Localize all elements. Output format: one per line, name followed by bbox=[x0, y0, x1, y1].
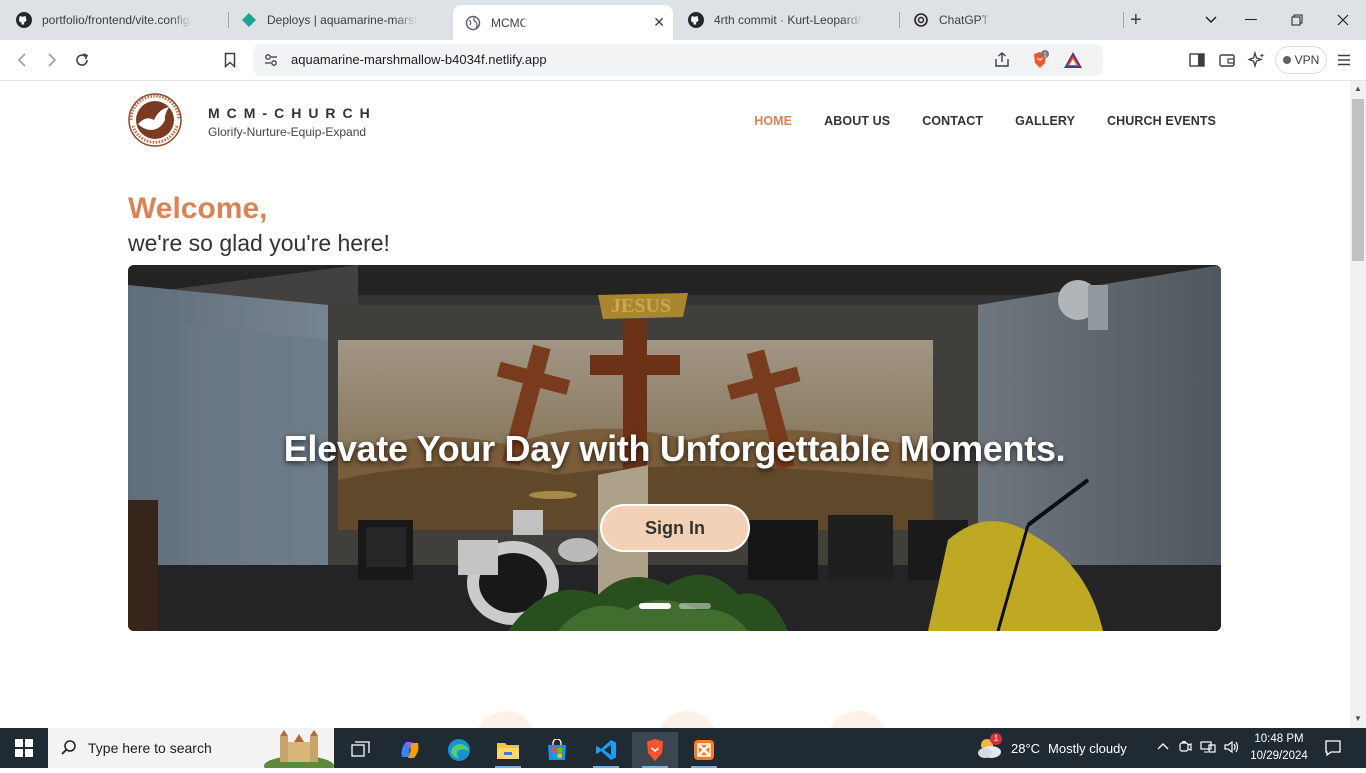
nav-gallery[interactable]: GALLERY bbox=[1015, 114, 1075, 128]
github-icon bbox=[688, 12, 704, 28]
url-text[interactable]: aquamarine-marshmallow-b4034f.netlify.ap… bbox=[291, 52, 547, 67]
sidebar-toggle-icon[interactable] bbox=[1188, 51, 1206, 74]
weather-alert-badge: 1 bbox=[990, 732, 1002, 745]
brand-name[interactable]: MCM-CHURCH bbox=[208, 105, 377, 121]
taskbar-clock[interactable]: 10:48 PM 10/29/2024 bbox=[1248, 731, 1310, 765]
back-icon[interactable] bbox=[12, 50, 32, 70]
search-placeholder: Type here to search bbox=[88, 740, 212, 756]
nav-contact[interactable]: CONTACT bbox=[922, 114, 983, 128]
weather-description: Mostly cloudy bbox=[1048, 740, 1127, 756]
openai-icon bbox=[913, 12, 929, 28]
weather-widget[interactable]: 1 28°C Mostly cloudy bbox=[975, 728, 1127, 768]
file-explorer-icon[interactable] bbox=[485, 732, 531, 768]
tab-github-commit[interactable]: 4rth commit · Kurt-Leopard/mcm bbox=[676, 0, 898, 40]
feature-circle bbox=[657, 711, 717, 728]
nav-home[interactable]: HOME bbox=[754, 114, 792, 128]
scroll-down-icon[interactable]: ▼ bbox=[1354, 714, 1362, 723]
copilot-icon[interactable] bbox=[387, 732, 433, 768]
tab-chatgpt[interactable]: ChatGPT bbox=[901, 0, 1123, 40]
feature-circle bbox=[828, 711, 888, 728]
tab-label: MCMC bbox=[491, 15, 529, 30]
windows-start-icon[interactable] bbox=[0, 728, 48, 768]
webpage: MCM-CHURCH Glorify-Nurture-Equip-Expand … bbox=[0, 81, 1350, 728]
leo-ai-icon[interactable] bbox=[1246, 50, 1266, 74]
netlify-icon bbox=[241, 12, 257, 28]
hero-title: Elevate Your Day with Unforgettable Mome… bbox=[283, 428, 1066, 469]
nav-church-events[interactable]: CHURCH EVENTS bbox=[1107, 114, 1216, 128]
menu-icon[interactable] bbox=[1336, 52, 1352, 73]
scroll-up-icon[interactable]: ▲ bbox=[1354, 84, 1362, 93]
vpn-status-icon bbox=[1282, 56, 1291, 64]
sign-in-button[interactable]: Sign In bbox=[600, 504, 750, 552]
notification-center-icon[interactable] bbox=[1324, 739, 1342, 762]
brave-rewards-icon[interactable] bbox=[1063, 51, 1083, 74]
tab-netlify-deploys[interactable]: Deploys | aquamarine-marshmallow bbox=[229, 0, 451, 40]
tab-mcmc[interactable]: MCMC ✕ bbox=[453, 5, 673, 40]
carousel-dot-2[interactable] bbox=[679, 603, 711, 609]
tab-label: Deploys | aquamarine-marshmallow bbox=[267, 13, 417, 27]
minimize-icon[interactable] bbox=[1228, 0, 1274, 40]
browser-tab-strip: portfolio/frontend/vite.config.js at Dep… bbox=[0, 0, 1366, 40]
tab-label: 4rth commit · Kurt-Leopard/mcm bbox=[714, 13, 864, 27]
brand-tagline: Glorify-Nurture-Equip-Expand bbox=[208, 125, 367, 139]
reload-icon[interactable] bbox=[72, 50, 92, 70]
taskbar-search-box[interactable]: Type here to search bbox=[48, 728, 334, 773]
carousel-indicators bbox=[639, 603, 711, 609]
church-logo[interactable] bbox=[128, 93, 182, 147]
close-tab-icon[interactable]: ✕ bbox=[653, 14, 665, 31]
feature-circle bbox=[476, 711, 536, 728]
weather-temperature: 28°C bbox=[1011, 740, 1041, 756]
edge-icon[interactable] bbox=[436, 732, 482, 768]
tab-separator bbox=[1123, 12, 1124, 28]
vpn-button[interactable]: VPN bbox=[1275, 46, 1327, 74]
close-window-icon[interactable] bbox=[1320, 0, 1366, 40]
vscode-icon[interactable] bbox=[583, 732, 629, 768]
network-icon[interactable] bbox=[1200, 740, 1216, 757]
globe-icon bbox=[465, 15, 481, 31]
restore-icon[interactable] bbox=[1274, 0, 1320, 40]
share-icon[interactable] bbox=[993, 51, 1011, 74]
search-highlight-castle-icon[interactable] bbox=[264, 730, 334, 773]
brave-browser-icon[interactable] bbox=[632, 732, 678, 768]
hero-carousel: JESUS Elevate Your Day with Unforgettabl… bbox=[128, 265, 1221, 631]
vpn-label: VPN bbox=[1294, 53, 1320, 67]
main-nav: HOME ABOUT US CONTACT GALLERY CHURCH EVE… bbox=[754, 114, 1216, 128]
xampp-icon[interactable] bbox=[681, 732, 727, 768]
task-view-icon[interactable] bbox=[338, 732, 384, 768]
windows-taskbar: Type here to search 1 28°C Mostly cloudy… bbox=[0, 728, 1366, 773]
search-icon bbox=[60, 739, 78, 762]
brave-shields-icon[interactable]: 1 bbox=[1030, 50, 1050, 75]
wallet-icon[interactable] bbox=[1218, 51, 1236, 74]
new-tab-button[interactable]: + bbox=[1130, 10, 1142, 30]
address-bar[interactable]: aquamarine-marshmallow-b4034f.netlify.ap… bbox=[253, 44, 1103, 76]
welcome-heading: Welcome, bbox=[128, 192, 268, 225]
meet-now-icon[interactable] bbox=[1178, 740, 1192, 757]
clock-date: 10/29/2024 bbox=[1250, 750, 1308, 762]
show-hidden-icons-chevron-icon[interactable] bbox=[1156, 740, 1170, 757]
carousel-dot-1[interactable] bbox=[639, 603, 671, 609]
scrollbar-thumb[interactable] bbox=[1352, 99, 1364, 261]
system-tray bbox=[1156, 740, 1240, 757]
microsoft-store-icon[interactable] bbox=[534, 732, 580, 768]
bookmark-icon[interactable] bbox=[220, 50, 240, 70]
volume-icon[interactable] bbox=[1224, 740, 1240, 757]
tab-separator bbox=[899, 12, 900, 28]
page-scrollbar[interactable]: ▲ ▼ bbox=[1350, 81, 1366, 728]
tab-label: portfolio/frontend/vite.config.js at bbox=[42, 13, 192, 27]
browser-toolbar: aquamarine-marshmallow-b4034f.netlify.ap… bbox=[0, 40, 1366, 81]
tab-label: ChatGPT bbox=[939, 13, 990, 27]
site-info-icon[interactable] bbox=[263, 52, 279, 73]
nav-about-us[interactable]: ABOUT US bbox=[824, 114, 890, 128]
forward-icon[interactable] bbox=[42, 50, 62, 70]
github-icon bbox=[16, 12, 32, 28]
welcome-subheading: we're so glad you're here! bbox=[128, 230, 390, 256]
cloudy-weather-icon: 1 bbox=[975, 732, 1003, 762]
tab-github-vite-config[interactable]: portfolio/frontend/vite.config.js at bbox=[4, 0, 226, 40]
clock-time: 10:48 PM bbox=[1254, 733, 1304, 745]
